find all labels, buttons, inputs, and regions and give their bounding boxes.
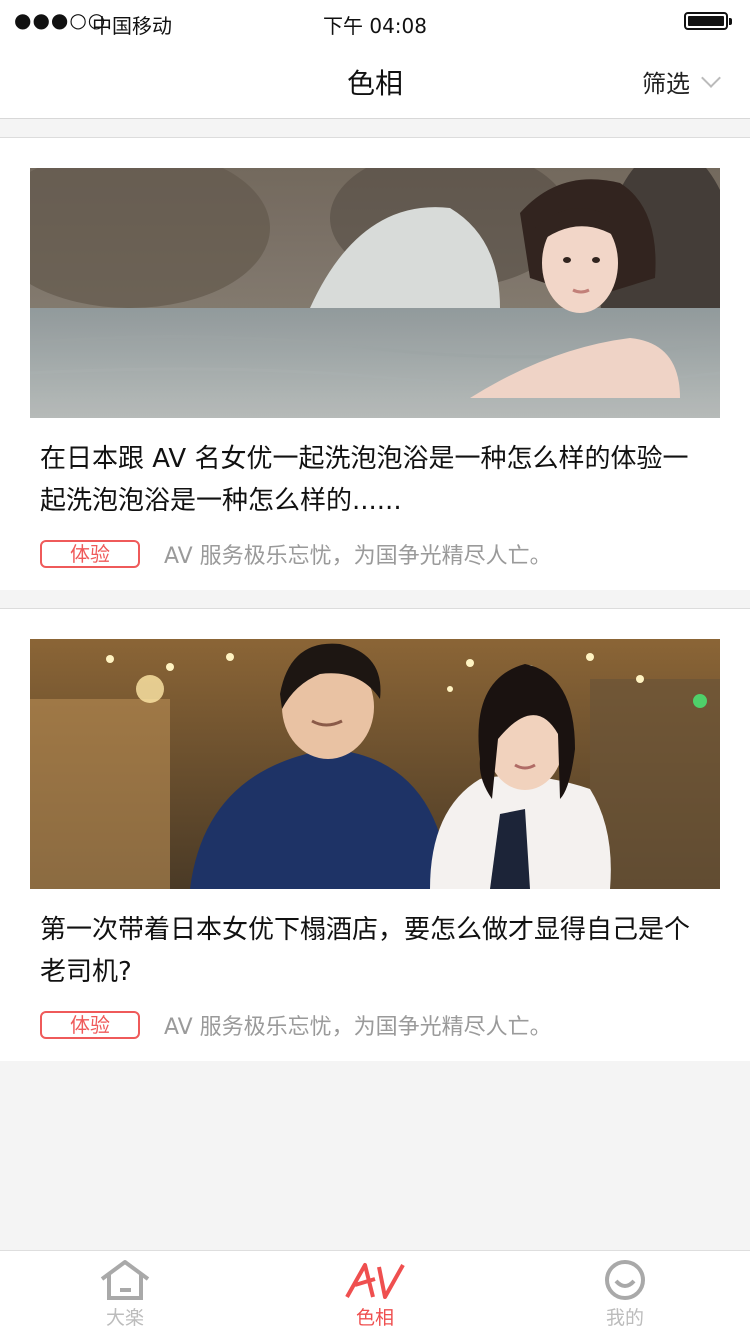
home-icon (100, 1260, 150, 1300)
article-image[interactable] (30, 639, 720, 889)
article-image[interactable] (30, 168, 720, 418)
article-description: AV 服务极乐忘忧，为国争光精尽人亡。 (164, 1015, 552, 1040)
tab-label: 大楽 (105, 1307, 144, 1329)
article-title[interactable]: 第一次带着日本女优下榻酒店，要怎么做才显得自己是个老司机? (30, 889, 720, 993)
nav-bar: 色相 筛选 (0, 42, 750, 119)
category-tag[interactable]: 体验 (40, 1011, 140, 1039)
chevron-down-icon (701, 67, 721, 88)
tab-bar: 大楽 色相 我的 (0, 1250, 750, 1335)
filter-label: 筛选 (642, 70, 690, 98)
smiley-profile-icon (605, 1260, 645, 1300)
tab-av[interactable]: 色相 (250, 1251, 500, 1335)
status-time: 下午 04:08 (323, 14, 427, 38)
couple-in-hotel-lobby-photo (30, 639, 720, 889)
av-logo-icon (345, 1263, 405, 1299)
category-tag[interactable]: 体验 (40, 540, 140, 568)
filter-button[interactable]: 筛选 (642, 64, 721, 99)
status-bar: ●●●○○ 中国移动 下午 04:08 (0, 0, 750, 42)
article-meta: 体验 AV 服务极乐忘忧，为国争光精尽人亡。 (30, 522, 720, 574)
article-feed: 在日本跟 AV 名女优一起洗泡泡浴是一种怎么样的体验一起洗泡泡浴是一种怎么样的.… (0, 137, 750, 1061)
article-title[interactable]: 在日本跟 AV 名女优一起洗泡泡浴是一种怎么样的体验一起洗泡泡浴是一种怎么样的.… (30, 418, 720, 522)
page-title: 色相 (346, 67, 403, 100)
article-meta: 体验 AV 服务极乐忘忧，为国争光精尽人亡。 (30, 993, 720, 1045)
woman-in-hot-spring-photo (30, 168, 720, 418)
article-card[interactable]: 第一次带着日本女优下榻酒店，要怎么做才显得自己是个老司机? 体验 AV 服务极乐… (0, 608, 750, 1061)
tab-home[interactable]: 大楽 (0, 1251, 250, 1335)
battery-icon (684, 12, 732, 30)
tab-label: 我的 (605, 1307, 644, 1329)
article-description: AV 服务极乐忘忧，为国争光精尽人亡。 (164, 544, 552, 569)
tab-label: 色相 (355, 1307, 394, 1329)
article-card[interactable]: 在日本跟 AV 名女优一起洗泡泡浴是一种怎么样的体验一起洗泡泡浴是一种怎么样的.… (0, 137, 750, 590)
tab-profile[interactable]: 我的 (500, 1251, 750, 1335)
